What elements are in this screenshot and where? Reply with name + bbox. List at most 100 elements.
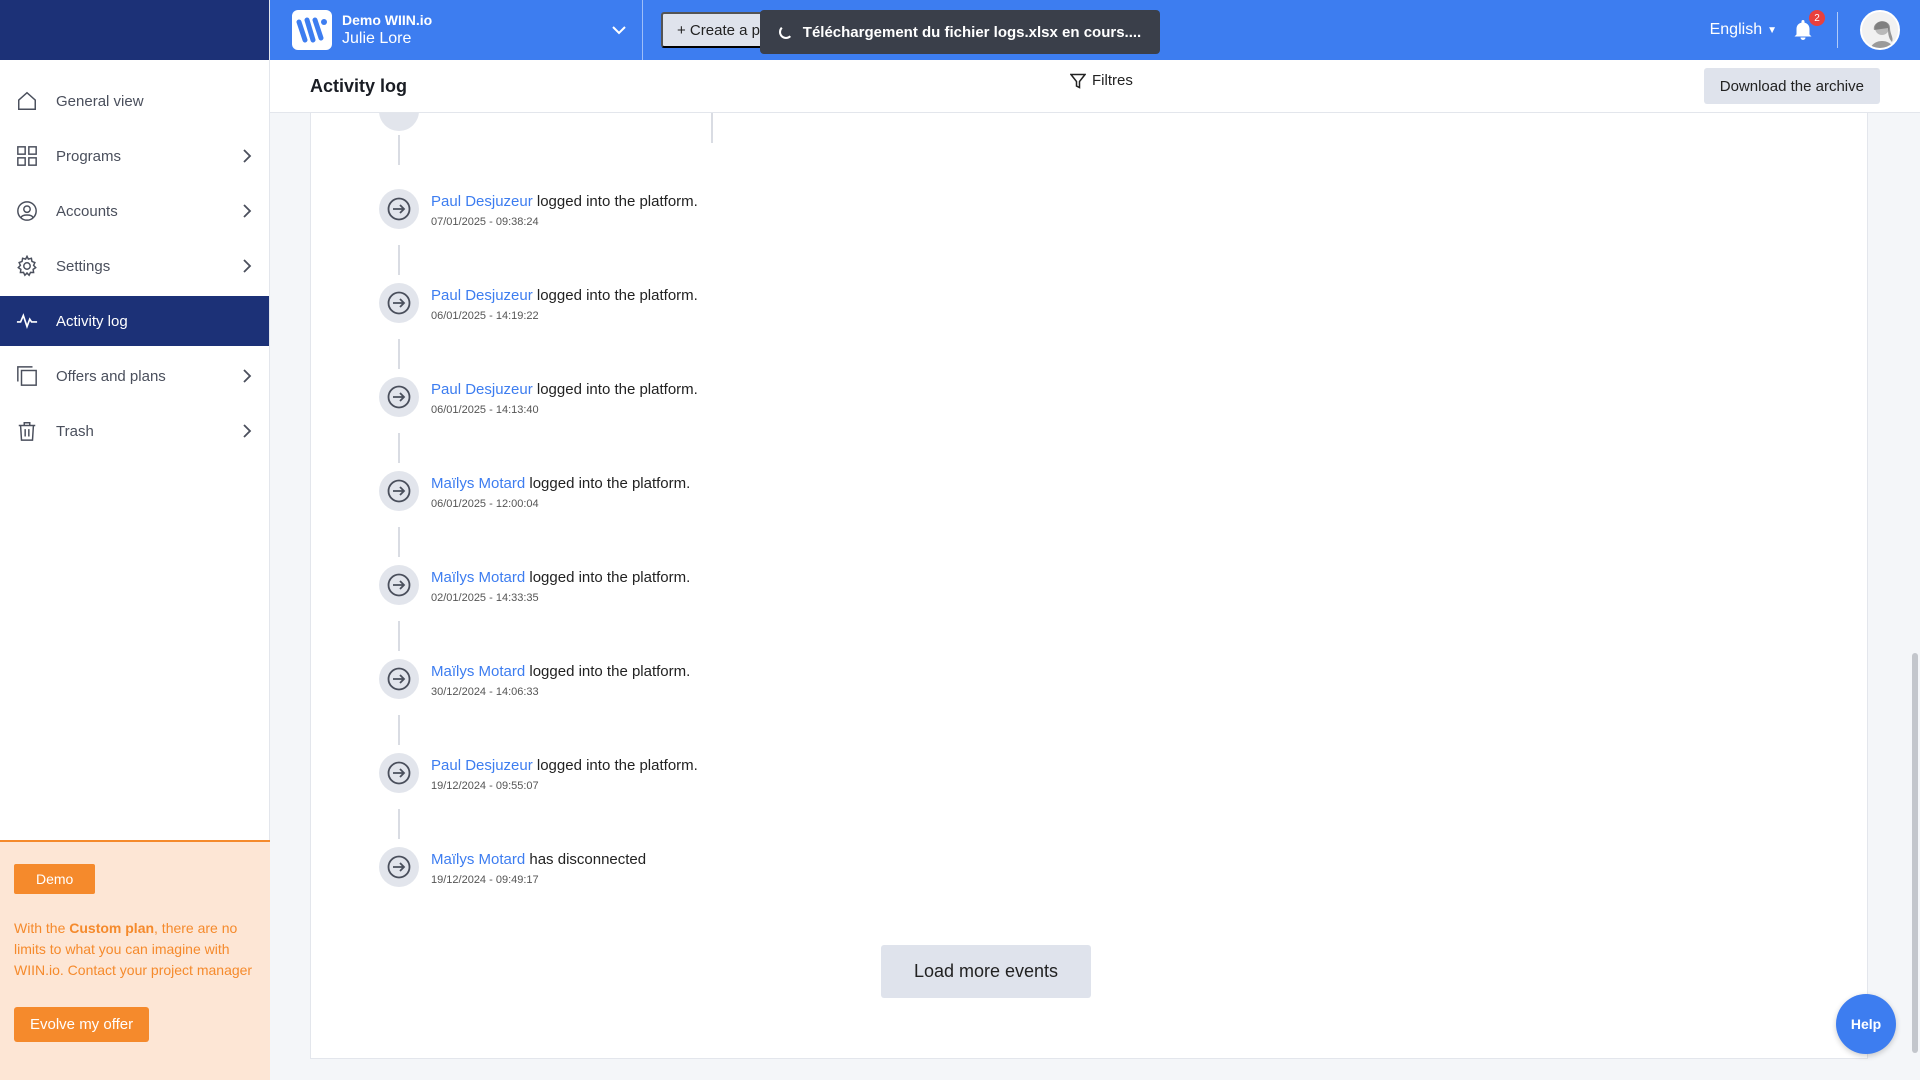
sidebar-nav: General view Programs Accounts Settings [0,60,269,456]
wiin-logo-icon [292,10,332,50]
sidebar-item-activity-log[interactable]: Activity log [0,296,269,346]
sidebar-item-label: Accounts [56,202,118,220]
event-user-link[interactable]: Paul Desjuzeur [431,757,533,774]
chevron-down-icon [612,26,626,35]
download-toast: Téléchargement du fichier logs.xlsx en c… [760,10,1160,54]
grid-icon [14,143,40,169]
notifications-button[interactable]: 2 [1791,10,1825,42]
chevron-right-icon [243,204,252,218]
activity-event: Maïlys Motard logged into the platform. 3… [379,659,691,699]
event-timestamp: 06/01/2025 - 14:19:22 [431,310,539,322]
user-circle-icon [14,198,40,224]
event-user-link[interactable]: Paul Desjuzeur [431,287,533,304]
sidebar-item-programs[interactable]: Programs [0,131,269,181]
login-arrow-icon [379,471,419,511]
promo-text-before: With the [14,920,70,936]
filters-button[interactable]: Filtres [1070,72,1133,89]
login-arrow-icon [379,847,419,887]
vertical-scrollbar[interactable] [1910,113,1920,1080]
sidebar-item-settings[interactable]: Settings [0,241,269,291]
pulse-icon [14,308,40,334]
event-action: logged into the platform. [532,287,698,304]
sidebar-item-accounts[interactable]: Accounts [0,186,269,236]
timeline-connector [398,245,400,275]
sidebar-item-label: Offers and plans [56,367,166,385]
chevron-right-icon [243,149,252,163]
activity-event: Maïlys Motard has disconnected 19/12/2024… [379,847,647,887]
page-title: Activity log [310,75,408,96]
login-arrow-icon [379,189,419,229]
copy-icon [14,363,40,389]
sidebar-item-trash[interactable]: Trash [0,406,269,456]
timeline-connector [711,113,713,143]
evolve-offer-button[interactable]: Evolve my offer [14,1007,150,1042]
login-arrow-icon [379,283,419,323]
timeline-connector [398,433,400,463]
timeline-connector [398,715,400,745]
event-user-link[interactable]: Maïlys Motard [431,569,525,586]
sidebar-item-general-view[interactable]: General view [0,76,269,126]
organization-name: Demo WIIN.io [342,12,433,28]
trash-icon [14,418,40,444]
activity-event: Paul Desjuzeur logged into the platform.… [379,283,698,323]
event-action: logged into the platform. [525,475,691,492]
event-user-link[interactable]: Paul Desjuzeur [431,193,533,210]
upgrade-promo: Demo With the Custom plan, there are no … [0,840,270,1080]
timeline-event-icon-partial [379,113,419,131]
event-timestamp: 07/01/2025 - 09:38:24 [431,216,539,228]
activity-event: Paul Desjuzeur logged into the platform.… [379,753,698,793]
top-bar-actions: English ▼ 2 [1710,0,1920,60]
event-user-link[interactable]: Maïlys Motard [431,851,525,868]
event-timestamp: 19/12/2024 - 09:55:07 [431,780,539,792]
filters-label: Filtres [1092,72,1133,89]
scrollbar-thumb[interactable] [1912,653,1918,1053]
timeline-connector [398,135,400,165]
chevron-right-icon [243,369,252,383]
language-selector[interactable]: English ▼ [1710,21,1777,39]
event-action: has disconnected [525,851,647,868]
organization-switcher[interactable]: Demo WIIN.io Julie Lore [270,0,643,60]
load-more-events-button[interactable]: Load more events [881,945,1091,998]
event-timestamp: 02/01/2025 - 14:33:35 [431,592,539,604]
sidebar-item-label: Trash [56,422,94,440]
organization-info: Demo WIIN.io Julie Lore [342,12,610,48]
user-avatar[interactable] [1860,10,1900,50]
sidebar: General view Programs Accounts Settings [0,0,270,1080]
sidebar-header [0,0,269,60]
activity-event: Paul Desjuzeur logged into the platform.… [379,377,698,417]
language-label: English [1709,21,1763,38]
event-timestamp: 30/12/2024 - 14:06:33 [431,686,539,698]
sidebar-item-label: General view [56,92,144,110]
activity-log-card: Paul Desjuzeur logged into the platform.… [310,113,1868,1059]
activity-event: Maïlys Motard logged into the platform. 0… [379,565,691,605]
sidebar-item-label: Activity log [56,312,128,330]
notification-count-badge: 2 [1809,10,1825,26]
event-action: logged into the platform. [532,757,698,774]
event-timestamp: 06/01/2025 - 14:13:40 [431,404,539,416]
event-action: logged into the platform. [525,569,691,586]
promo-text-plan: Custom plan [69,920,155,936]
event-action: logged into the platform. [532,193,698,210]
chevron-right-icon [243,424,252,438]
sidebar-item-offers-and-plans[interactable]: Offers and plans [0,351,269,401]
download-archive-button[interactable]: Download the archive [1703,68,1880,104]
event-action: logged into the platform. [525,663,691,680]
login-arrow-icon [379,753,419,793]
event-timestamp: 19/12/2024 - 09:49:17 [431,874,539,886]
page-header: Activity log Filtres Download the archiv… [270,60,1920,113]
event-user-link[interactable]: Paul Desjuzeur [431,381,533,398]
sidebar-item-label: Settings [56,257,111,275]
caret-down-icon: ▼ [1767,24,1777,36]
chevron-right-icon [243,259,252,273]
activity-event: Paul Desjuzeur logged into the platform.… [379,189,698,229]
event-user-link[interactable]: Maïlys Motard [431,475,525,492]
spinner-icon [778,25,793,39]
event-timestamp: 06/01/2025 - 12:00:04 [431,498,539,510]
demo-badge: Demo [14,864,96,894]
help-button[interactable]: Help [1836,994,1896,1054]
timeline-connector [398,809,400,839]
toast-message: Téléchargement du fichier logs.xlsx en c… [802,23,1142,41]
activity-event: Maïlys Motard logged into the platform. 0… [379,471,691,511]
login-arrow-icon [379,659,419,699]
event-user-link[interactable]: Maïlys Motard [431,663,525,680]
